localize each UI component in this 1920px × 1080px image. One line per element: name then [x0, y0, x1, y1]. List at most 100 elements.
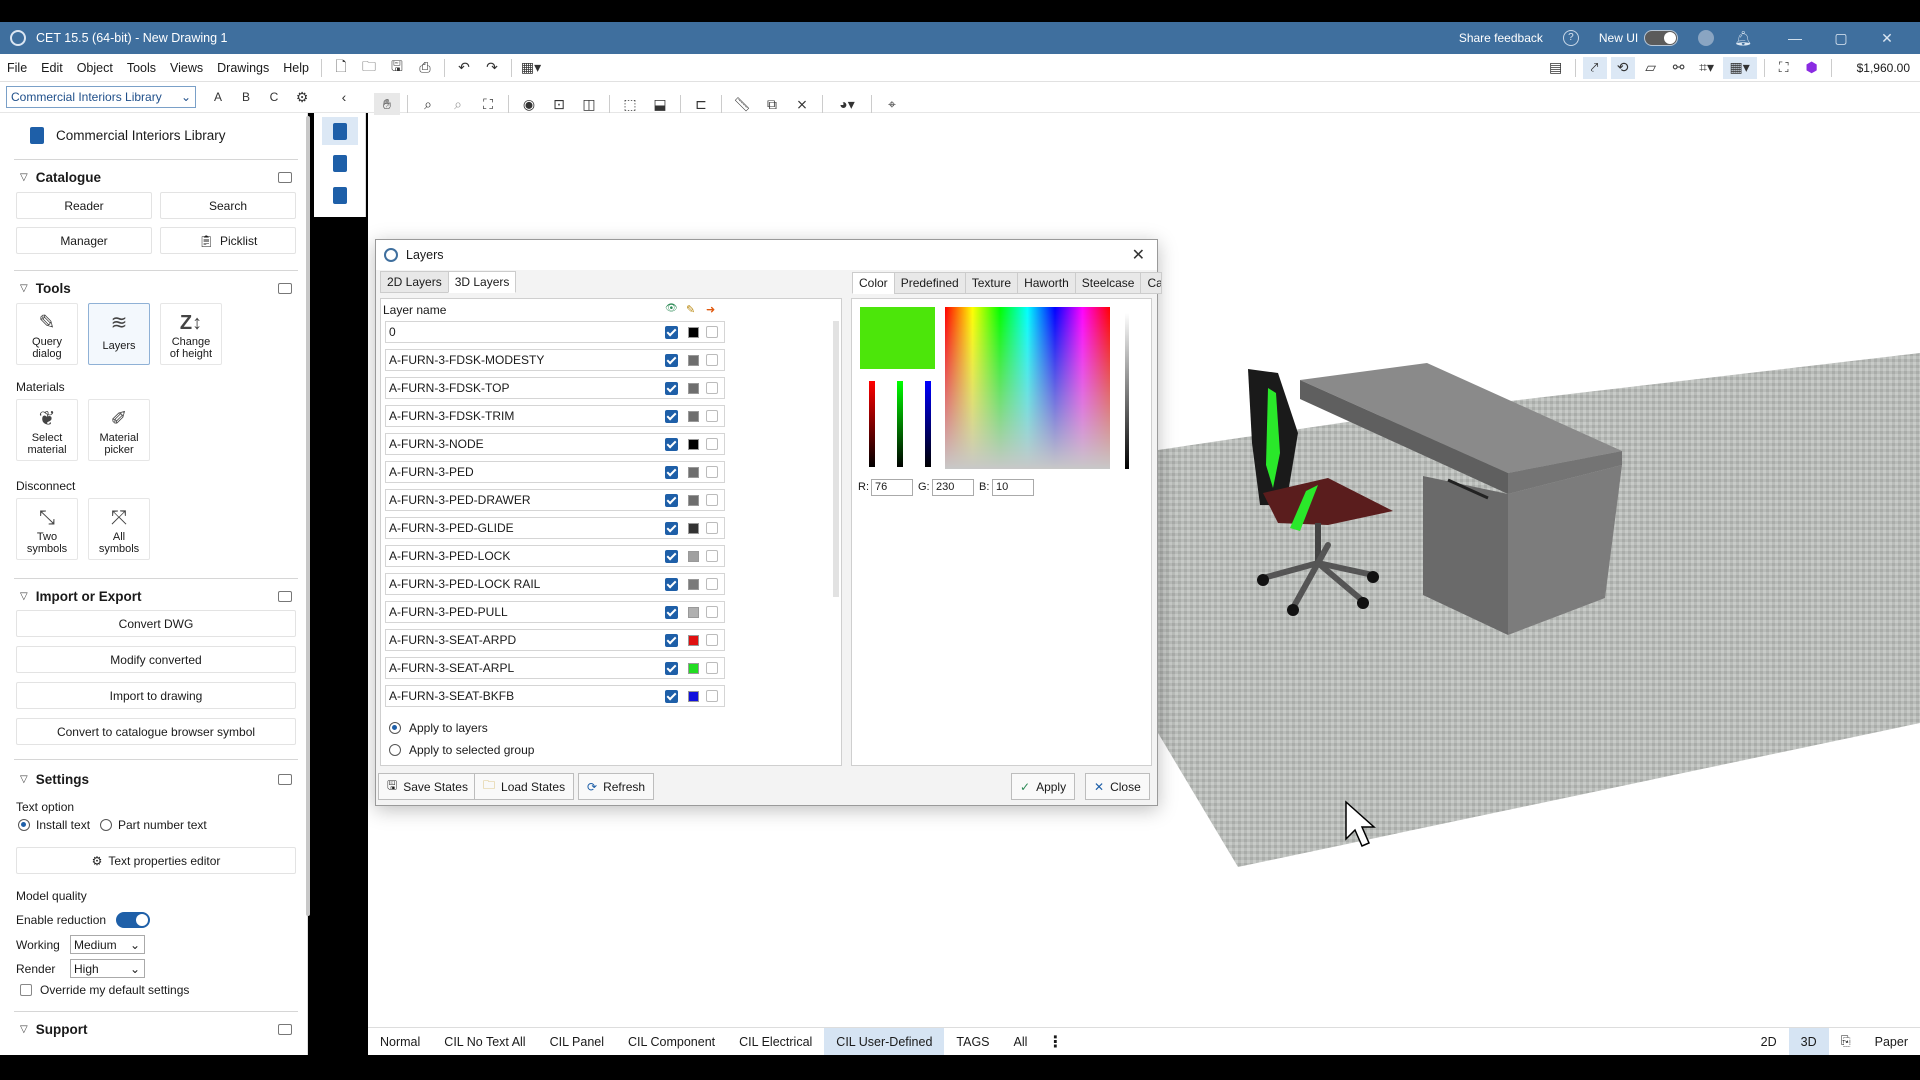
settings-section-header[interactable]: ▽ Settings	[0, 768, 307, 790]
snap-icon[interactable]: ⤤	[1582, 56, 1607, 79]
tab-cate[interactable]: Cate	[1140, 272, 1163, 294]
close-window-button[interactable]: ✕	[1864, 30, 1910, 47]
view-mode-paper[interactable]: Paper	[1863, 1028, 1920, 1055]
dialog-title-bar[interactable]: Layers ✕	[376, 240, 1157, 270]
layer-visible-checkbox[interactable]	[665, 382, 678, 395]
brightness-slider[interactable]	[1125, 313, 1129, 469]
layer-color-swatch[interactable]	[688, 355, 699, 366]
filter-tab[interactable]: CIL User-Defined	[824, 1028, 945, 1055]
layer-color-swatch[interactable]	[688, 411, 699, 422]
import-export-section-header[interactable]: ▽ Import or Export	[0, 585, 307, 607]
tab-haworth[interactable]: Haworth	[1017, 272, 1076, 294]
layer-color-swatch[interactable]	[688, 439, 699, 450]
layer-material-checkbox[interactable]	[706, 494, 718, 506]
zoom-icon[interactable]: ⌕	[415, 93, 441, 115]
split-view-icon[interactable]: ⎘	[1829, 1028, 1863, 1055]
help-icon[interactable]: ?	[1562, 30, 1579, 46]
grid-options-icon[interactable]: ▦▾	[1722, 56, 1757, 79]
layer-visible-checkbox[interactable]	[665, 662, 678, 675]
filter-tab[interactable]: TAGS	[944, 1028, 1001, 1055]
green-slider[interactable]	[897, 381, 903, 467]
user-icon[interactable]	[1698, 30, 1715, 46]
orbit-icon[interactable]: ⟲	[1610, 56, 1635, 79]
redo-icon[interactable]: ↷	[480, 57, 504, 79]
view-mode-3d[interactable]: 3D	[1788, 1028, 1829, 1055]
menu-object[interactable]: Object	[70, 61, 120, 75]
layer-visible-checkbox[interactable]	[665, 578, 678, 591]
hexagon-icon[interactable]: ⬢	[1800, 57, 1824, 79]
layer-material-checkbox[interactable]	[706, 326, 718, 338]
popout-icon[interactable]	[278, 171, 292, 183]
bell-icon[interactable]: 🔔︎	[1734, 30, 1752, 47]
apply-to-group-radio[interactable]: Apply to selected group	[389, 743, 534, 757]
text-properties-editor-button[interactable]: ⚙ Text properties editor	[16, 847, 296, 874]
layer-color-swatch[interactable]	[688, 551, 699, 562]
layer-material-checkbox[interactable]	[706, 634, 718, 646]
layer-color-swatch[interactable]	[688, 579, 699, 590]
library-select[interactable]: Commercial Interiors Library ⌄	[6, 86, 196, 108]
open-folder-icon[interactable]: 🗀	[357, 57, 381, 79]
layer-material-checkbox[interactable]	[706, 578, 718, 590]
collapse-panel-icon[interactable]: ‹	[332, 86, 356, 108]
layer-material-checkbox[interactable]	[706, 606, 718, 618]
layer-material-checkbox[interactable]	[706, 354, 718, 366]
layer-visible-checkbox[interactable]	[665, 466, 678, 479]
load-states-button[interactable]: 🗀 Load States	[474, 773, 575, 800]
measure-icon[interactable]: 📏︎	[729, 93, 755, 115]
install-text-radio[interactable]: Install text	[18, 818, 90, 832]
letter-c-button[interactable]: C	[262, 86, 286, 108]
filter-tab[interactable]: All	[1002, 1028, 1040, 1055]
material-picker-tool[interactable]: ✐ Material picker	[88, 399, 150, 461]
catalogue-book-tab[interactable]	[322, 149, 358, 177]
layer-color-swatch[interactable]	[688, 467, 699, 478]
layer-material-checkbox[interactable]	[706, 466, 718, 478]
undo-icon[interactable]: ↶	[452, 57, 476, 79]
hue-saturation-field[interactable]	[945, 307, 1110, 469]
layer-material-checkbox[interactable]	[706, 550, 718, 562]
layer-material-checkbox[interactable]	[706, 438, 718, 450]
layer-visible-checkbox[interactable]	[665, 522, 678, 535]
layout-dropdown-icon[interactable]: ▦▾	[519, 57, 543, 79]
focus-icon[interactable]: ⌖	[879, 93, 905, 115]
layer-material-checkbox[interactable]	[706, 410, 718, 422]
box-icon[interactable]: ▱	[1639, 57, 1663, 79]
disconnect-two-symbols-tool[interactable]: ⤡ Two symbols	[16, 498, 78, 560]
select-group-icon[interactable]: ⬓	[647, 93, 673, 115]
maximize-button[interactable]: ▢	[1818, 30, 1864, 47]
zoom-extents-icon[interactable]: ⛶	[475, 93, 501, 115]
save-icon[interactable]: 🖫	[385, 57, 409, 79]
layer-visible-checkbox[interactable]	[665, 606, 678, 619]
print-icon[interactable]: ⎙	[413, 57, 437, 79]
layer-material-checkbox[interactable]	[706, 382, 718, 394]
network-icon[interactable]: ⛶	[1772, 57, 1796, 79]
layer-color-swatch[interactable]	[688, 383, 699, 394]
settings-gear-icon[interactable]: ⚙	[290, 86, 314, 108]
manager-button[interactable]: Manager	[16, 227, 152, 254]
disconnect-all-symbols-tool[interactable]: ⤧ All symbols	[88, 498, 150, 560]
menu-tools[interactable]: Tools	[120, 61, 163, 75]
tab-3d-layers[interactable]: 3D Layers	[447, 271, 517, 293]
left-panel-scrollbar[interactable]	[306, 116, 310, 916]
reader-button[interactable]: Reader	[16, 192, 152, 219]
popout-icon[interactable]	[278, 282, 292, 294]
r-spinner[interactable]: 76	[871, 479, 913, 496]
layer-visible-checkbox[interactable]	[665, 690, 678, 703]
share-feedback-link[interactable]: Share feedback	[1459, 31, 1543, 45]
library-book-tab[interactable]	[321, 117, 358, 145]
tools-section-header[interactable]: ▽ Tools	[0, 277, 307, 299]
layer-visible-checkbox[interactable]	[665, 438, 678, 451]
b-spinner[interactable]: 10	[992, 479, 1034, 496]
camera-icon[interactable]: ◫	[576, 93, 602, 115]
part-number-text-radio[interactable]: Part number text	[100, 818, 207, 832]
close-button[interactable]: ✕ Close	[1085, 773, 1150, 800]
tab-2d-layers[interactable]: 2D Layers	[380, 271, 449, 293]
layer-color-swatch[interactable]	[688, 495, 699, 506]
popout-icon[interactable]	[278, 1023, 292, 1035]
red-slider[interactable]	[869, 381, 875, 467]
new-ui-toggle[interactable]	[1644, 30, 1679, 46]
menu-drawings[interactable]: Drawings	[210, 61, 276, 75]
orbit-view-icon[interactable]: ◉	[516, 93, 542, 115]
search-button[interactable]: Search	[160, 192, 296, 219]
layer-color-swatch[interactable]	[688, 523, 699, 534]
tag-icon[interactable]: ⌗▾	[1695, 57, 1719, 79]
